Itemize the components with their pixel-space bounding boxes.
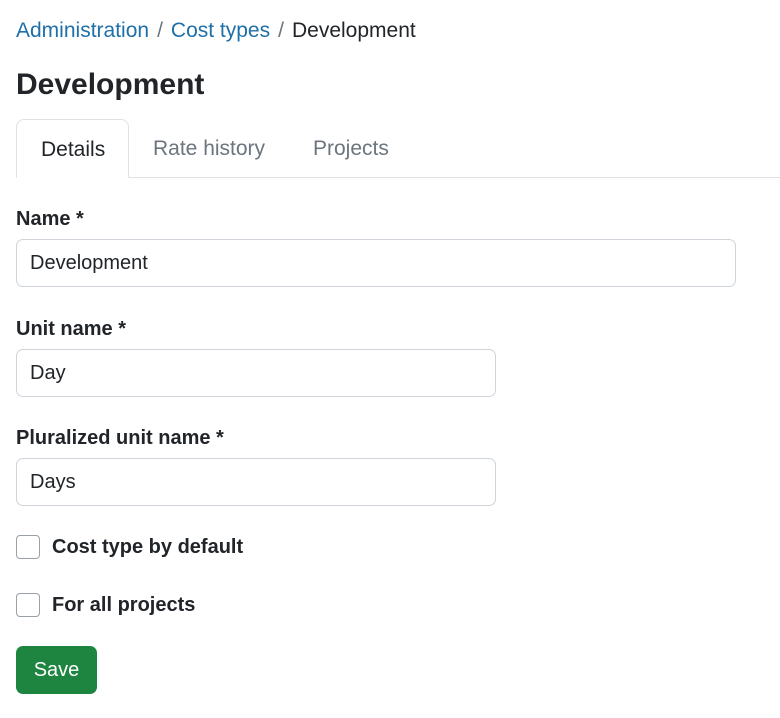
cost-type-by-default-checkbox[interactable] [16,535,40,559]
cost-type-edit-page: Administration / Cost types / Development De… [0,0,780,718]
cost-type-by-default-label[interactable]: Cost type by default [52,534,243,560]
pluralized-unit-name-input[interactable] [16,458,496,506]
pluralized-unit-name-label: Pluralized unit name * [16,427,224,449]
unit-name-input[interactable] [16,349,496,397]
unit-name-label: Unit name * [16,318,127,340]
breadcrumb-separator: / [157,19,163,42]
name-input[interactable] [16,239,736,287]
for-all-projects-checkbox[interactable] [16,593,40,617]
save-button[interactable]: Save [16,646,97,694]
breadcrumb-separator: / [278,19,284,42]
tab-rate-history[interactable]: Rate history [129,119,289,178]
tab-bar: Details Rate history Projects [16,119,780,178]
for-all-projects-label[interactable]: For all projects [52,592,195,618]
page-title: Development [16,68,205,101]
cost-type-by-default-row: Cost type by default [16,534,243,560]
tab-details[interactable]: Details [16,119,129,178]
name-label: Name * [16,208,84,230]
breadcrumb-link-administration[interactable]: Administration [16,19,149,42]
breadcrumb: Administration / Cost types / Development [16,17,416,45]
breadcrumb-current: Development [291,19,416,42]
tab-projects[interactable]: Projects [289,119,413,178]
for-all-projects-row: For all projects [16,592,195,618]
breadcrumb-link-cost-types[interactable]: Cost types [171,19,270,42]
